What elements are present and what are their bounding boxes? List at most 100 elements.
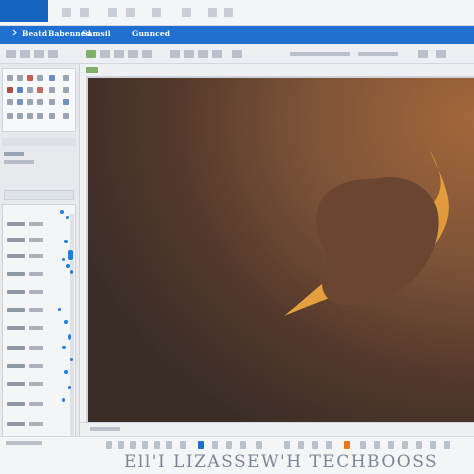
- tool-icon[interactable]: [49, 113, 55, 119]
- swatch[interactable]: [256, 441, 262, 449]
- eraser-icon[interactable]: [100, 50, 110, 58]
- tool-icon[interactable]: [49, 99, 55, 105]
- eyedropper-icon[interactable]: [198, 50, 208, 58]
- swatch[interactable]: [298, 441, 304, 449]
- visibility-dot[interactable]: [64, 370, 68, 374]
- tool-icon[interactable]: [7, 87, 13, 93]
- swatch-orange[interactable]: [344, 441, 350, 449]
- layer-row[interactable]: [7, 253, 47, 261]
- gradient-icon[interactable]: [212, 50, 222, 58]
- tool-icon[interactable]: [37, 99, 43, 105]
- visibility-dot[interactable]: [60, 210, 64, 214]
- crop-icon[interactable]: [48, 50, 58, 58]
- swatch[interactable]: [388, 441, 394, 449]
- swatch[interactable]: [212, 441, 218, 449]
- tool-icon[interactable]: [17, 87, 23, 93]
- layer-row[interactable]: [7, 401, 47, 409]
- tool-icon[interactable]: [37, 75, 43, 81]
- tab-icon-4[interactable]: [126, 8, 135, 17]
- visibility-dot[interactable]: [64, 320, 68, 324]
- fill-icon[interactable]: [114, 50, 124, 58]
- menu-item-gunnced[interactable]: Gunnced: [132, 29, 170, 38]
- swatch[interactable]: [416, 441, 422, 449]
- layer-row[interactable]: [7, 325, 47, 333]
- minimize-icon[interactable]: [182, 8, 191, 17]
- layers-tab[interactable]: [4, 190, 74, 200]
- tool-icon[interactable]: [37, 113, 43, 119]
- layer-row[interactable]: [7, 307, 47, 315]
- swatch[interactable]: [106, 441, 112, 449]
- layers-scrollbar[interactable]: [70, 214, 74, 446]
- swatch[interactable]: [180, 441, 186, 449]
- swatch[interactable]: [374, 441, 380, 449]
- zoom-icon[interactable]: [170, 50, 180, 58]
- move-icon[interactable]: [6, 50, 16, 58]
- visibility-dot[interactable]: [70, 270, 73, 274]
- swatch[interactable]: [360, 441, 366, 449]
- tool-icon[interactable]: [63, 113, 69, 119]
- options-slider-2[interactable]: [358, 52, 398, 56]
- swatch-blue[interactable]: [198, 441, 204, 449]
- shape-icon[interactable]: [142, 50, 152, 58]
- swatch[interactable]: [118, 441, 124, 449]
- tab-icon-3[interactable]: [108, 8, 117, 17]
- swatch[interactable]: [312, 441, 318, 449]
- swatch[interactable]: [284, 441, 290, 449]
- tab-icon-2[interactable]: [80, 8, 89, 17]
- select-icon[interactable]: [20, 50, 30, 58]
- tool-icon[interactable]: [63, 99, 69, 105]
- tool-icon[interactable]: [49, 75, 55, 81]
- tool-icon[interactable]: [7, 99, 13, 105]
- tool-icon[interactable]: [27, 113, 33, 119]
- layer-row[interactable]: [7, 381, 47, 389]
- menu-icon[interactable]: [12, 29, 21, 38]
- swatch[interactable]: [130, 441, 136, 449]
- maximize-icon[interactable]: [208, 8, 217, 17]
- tool-icon[interactable]: [49, 87, 55, 93]
- swatch[interactable]: [226, 441, 232, 449]
- swatch[interactable]: [240, 441, 246, 449]
- visibility-dot[interactable]: [62, 398, 65, 402]
- tool-icon[interactable]: [63, 87, 69, 93]
- swatch[interactable]: [444, 441, 450, 449]
- tool-icon[interactable]: [17, 99, 23, 105]
- options-slider[interactable]: [290, 52, 350, 56]
- tool-icon[interactable]: [7, 113, 13, 119]
- image-canvas[interactable]: [88, 78, 474, 422]
- scroll-thumb-icon[interactable]: [68, 250, 73, 260]
- menu-item-beatd[interactable]: Beatd: [22, 29, 47, 38]
- tab-icon-5[interactable]: [152, 8, 161, 17]
- layer-row[interactable]: [7, 363, 47, 371]
- visibility-dot[interactable]: [66, 264, 70, 268]
- visibility-dot[interactable]: [62, 258, 65, 261]
- hand-icon[interactable]: [184, 50, 194, 58]
- swatch[interactable]: [166, 441, 172, 449]
- visibility-dot[interactable]: [62, 346, 66, 349]
- tool-icon[interactable]: [63, 75, 69, 81]
- menu-item-samsil[interactable]: Samsil: [82, 29, 111, 38]
- tool-icon[interactable]: [17, 75, 23, 81]
- tool-icon[interactable]: [37, 87, 43, 93]
- layer-row[interactable]: [7, 271, 47, 279]
- tool-icon[interactable]: [27, 75, 33, 81]
- swatch[interactable]: [430, 441, 436, 449]
- swatch[interactable]: [154, 441, 160, 449]
- visibility-dot[interactable]: [66, 216, 69, 219]
- layer-row[interactable]: [7, 221, 47, 229]
- visibility-dot[interactable]: [68, 334, 71, 340]
- brush-icon[interactable]: [86, 50, 96, 58]
- tool-icon[interactable]: [27, 87, 33, 93]
- document-tab-icon[interactable]: [86, 67, 98, 73]
- chevron-right-icon[interactable]: [232, 50, 242, 58]
- visibility-dot[interactable]: [70, 358, 73, 361]
- close-icon[interactable]: [224, 8, 233, 17]
- zoom-readout[interactable]: [90, 427, 120, 431]
- visibility-dot[interactable]: [58, 308, 61, 311]
- swatch[interactable]: [326, 441, 332, 449]
- visibility-dot[interactable]: [68, 386, 71, 389]
- tool-icon[interactable]: [7, 75, 13, 81]
- tab-icon-1[interactable]: [62, 8, 71, 17]
- settings-icon[interactable]: [418, 50, 428, 58]
- layer-row[interactable]: [7, 237, 47, 245]
- swatch[interactable]: [402, 441, 408, 449]
